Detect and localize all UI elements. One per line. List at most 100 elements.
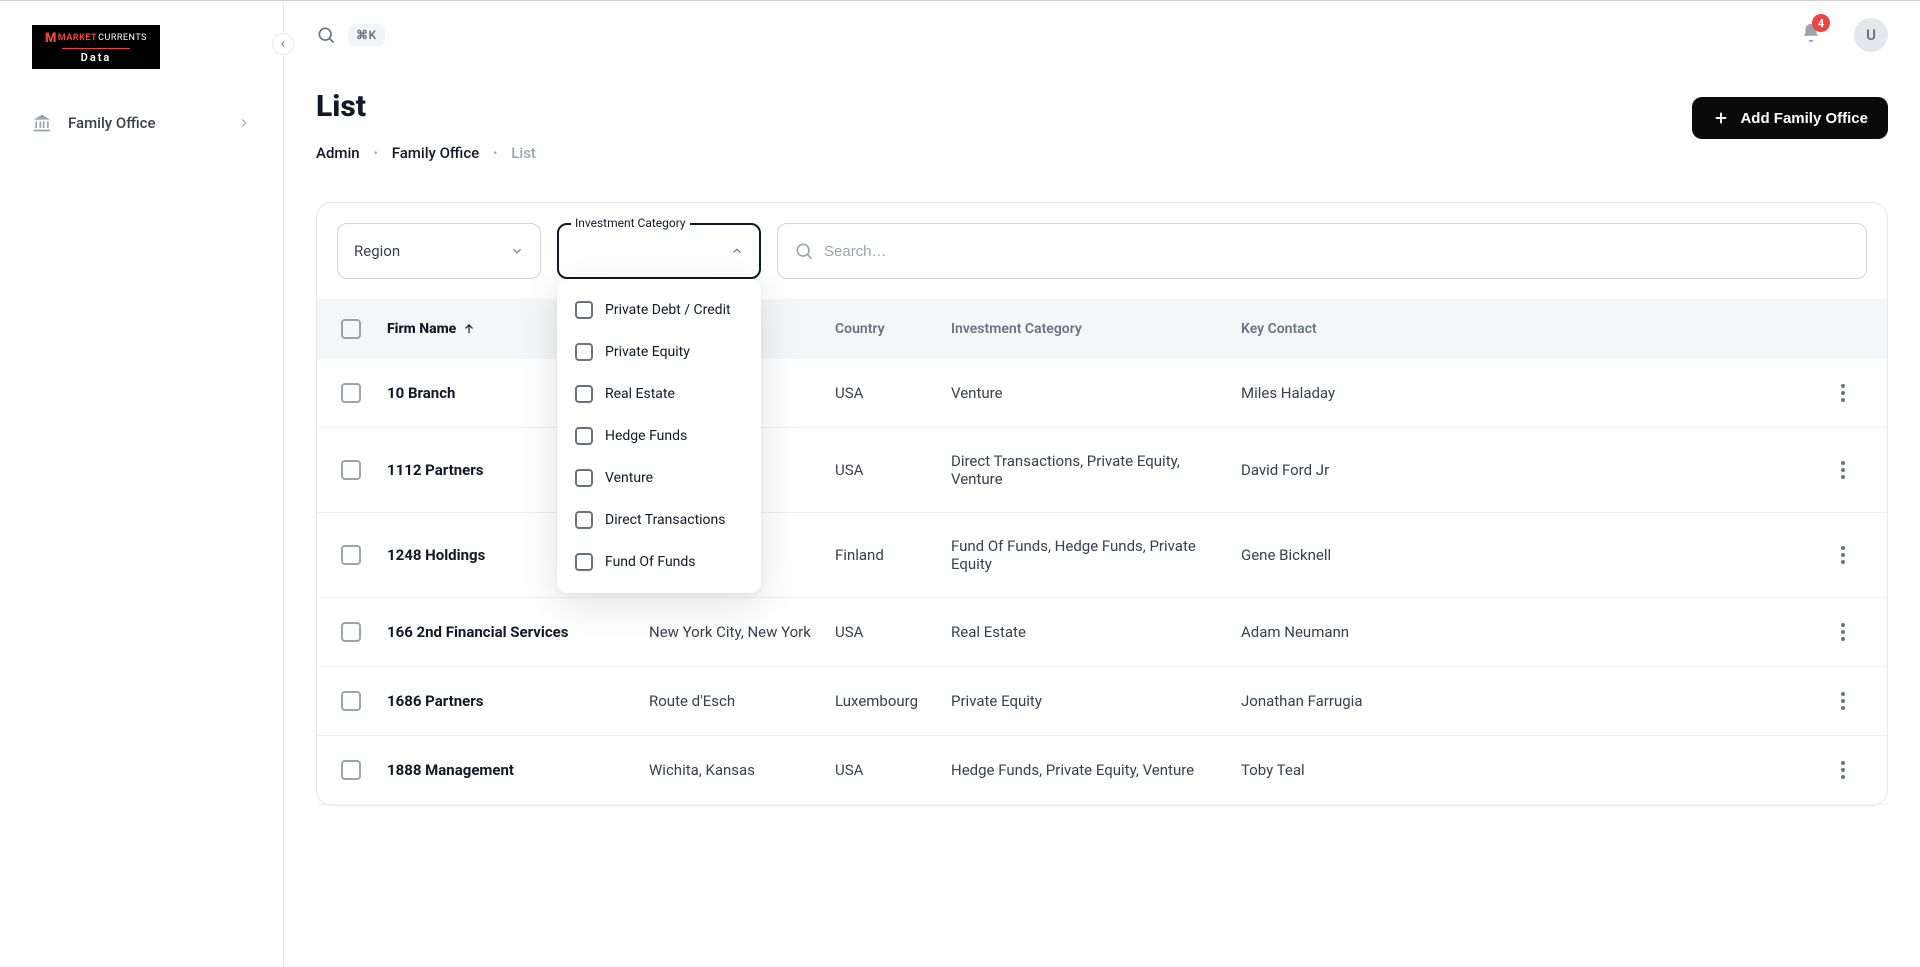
cell-country: Luxembourg bbox=[835, 692, 951, 710]
content-card: Region Investment Category Private Debt … bbox=[316, 202, 1888, 806]
investment-category-dropdown: Private Debt / Credit Private Equity Rea… bbox=[557, 279, 761, 593]
cell-location: Route d'Esch bbox=[649, 692, 835, 710]
avatar-initial: U bbox=[1866, 26, 1876, 44]
cell-firm[interactable]: 1686 Partners bbox=[387, 692, 649, 710]
cell-category: Fund Of Funds, Hedge Funds, Private Equi… bbox=[951, 537, 1241, 573]
breadcrumb-admin[interactable]: Admin bbox=[316, 144, 360, 162]
cell-category: Venture bbox=[951, 384, 1241, 402]
add-button-label: Add Family Office bbox=[1740, 110, 1868, 127]
cell-category: Hedge Funds, Private Equity, Venture bbox=[951, 761, 1241, 779]
select-all-checkbox[interactable] bbox=[341, 319, 361, 339]
breadcrumb-family-office[interactable]: Family Office bbox=[392, 144, 480, 162]
cell-category: Private Equity bbox=[951, 692, 1241, 710]
dropdown-option[interactable]: Venture bbox=[557, 457, 761, 499]
investment-category-select[interactable]: Investment Category bbox=[557, 223, 761, 279]
table-row: 1888 Management Wichita, Kansas USA Hedg… bbox=[317, 736, 1887, 805]
dropdown-option[interactable]: Real Estate bbox=[557, 373, 761, 415]
more-icon[interactable] bbox=[1841, 692, 1845, 710]
table-row: 166 2nd Financial Services New York City… bbox=[317, 598, 1887, 667]
notification-badge: 4 bbox=[1812, 14, 1830, 32]
row-checkbox[interactable] bbox=[341, 760, 361, 780]
cell-country: Finland bbox=[835, 546, 951, 564]
row-checkbox[interactable] bbox=[341, 383, 361, 403]
cell-contact: David Ford Jr bbox=[1241, 461, 1823, 479]
cell-firm[interactable]: 1888 Management bbox=[387, 761, 649, 779]
main: ⌘K 4 U List Admin • Family Office • List bbox=[284, 1, 1920, 967]
sidebar: M MARKET CURRENTS Data Family Office bbox=[0, 1, 284, 967]
dropdown-option[interactable]: Direct Transactions bbox=[557, 499, 761, 541]
row-checkbox[interactable] bbox=[341, 691, 361, 711]
add-family-office-button[interactable]: Add Family Office bbox=[1692, 97, 1888, 139]
row-checkbox[interactable] bbox=[341, 545, 361, 565]
cell-location: Wichita, Kansas bbox=[649, 761, 835, 779]
dropdown-option[interactable]: Hedge Funds bbox=[557, 415, 761, 457]
search-icon bbox=[794, 241, 814, 261]
page-header: List Admin • Family Office • List Add Fa… bbox=[284, 69, 1920, 202]
cell-contact: Miles Haladay bbox=[1241, 384, 1823, 402]
column-country[interactable]: Country bbox=[835, 321, 951, 337]
page-title: List bbox=[316, 89, 1692, 124]
dropdown-option[interactable]: Private Equity bbox=[557, 331, 761, 373]
breadcrumb: Admin • Family Office • List bbox=[316, 144, 1692, 162]
checkbox[interactable] bbox=[575, 385, 593, 403]
dropdown-option[interactable]: Private Debt / Credit bbox=[557, 289, 761, 331]
more-icon[interactable] bbox=[1841, 384, 1845, 402]
notifications-button[interactable]: 4 bbox=[1800, 22, 1822, 48]
dropdown-option[interactable]: Fund Of Funds bbox=[557, 541, 761, 583]
cell-category: Direct Transactions, Private Equity, Ven… bbox=[951, 452, 1241, 488]
checkbox[interactable] bbox=[575, 301, 593, 319]
bank-icon bbox=[32, 113, 52, 133]
table-header: Firm Name Location Country Investment Ca… bbox=[317, 299, 1887, 359]
search-icon[interactable] bbox=[316, 25, 336, 45]
more-icon[interactable] bbox=[1841, 546, 1845, 564]
keyboard-shortcut: ⌘K bbox=[348, 24, 385, 46]
table-row: 10 Branch USA Venture Miles Haladay bbox=[317, 359, 1887, 428]
table-row: 1112 Partners USA Direct Transactions, P… bbox=[317, 428, 1887, 513]
cell-contact: Jonathan Farrugia bbox=[1241, 692, 1823, 710]
more-icon[interactable] bbox=[1841, 461, 1845, 479]
region-select[interactable]: Region bbox=[337, 223, 541, 279]
cell-location: New York City, New York bbox=[649, 623, 835, 641]
cell-country: USA bbox=[835, 623, 951, 641]
cell-category: Real Estate bbox=[951, 623, 1241, 641]
cell-country: USA bbox=[835, 384, 951, 402]
cell-contact: Adam Neumann bbox=[1241, 623, 1823, 641]
avatar[interactable]: U bbox=[1854, 18, 1888, 52]
table: Firm Name Location Country Investment Ca… bbox=[317, 299, 1887, 805]
cell-country: USA bbox=[835, 761, 951, 779]
row-checkbox[interactable] bbox=[341, 460, 361, 480]
chevron-down-icon bbox=[510, 244, 524, 258]
column-category[interactable]: Investment Category bbox=[951, 321, 1241, 337]
checkbox[interactable] bbox=[575, 427, 593, 445]
search-input[interactable] bbox=[824, 243, 1850, 260]
column-contact[interactable]: Key Contact bbox=[1241, 321, 1823, 337]
topbar: ⌘K 4 U bbox=[284, 1, 1920, 69]
checkbox[interactable] bbox=[575, 553, 593, 571]
filters: Region Investment Category Private Debt … bbox=[317, 203, 1887, 299]
logo[interactable]: M MARKET CURRENTS Data bbox=[32, 25, 160, 69]
sidebar-item-family-office[interactable]: Family Office bbox=[16, 101, 267, 145]
table-row: 1686 Partners Route d'Esch Luxembourg Pr… bbox=[317, 667, 1887, 736]
sidebar-item-label: Family Office bbox=[68, 114, 221, 132]
plus-icon bbox=[1712, 109, 1730, 127]
checkbox[interactable] bbox=[575, 511, 593, 529]
chevron-up-icon bbox=[730, 244, 744, 258]
sort-asc-icon bbox=[462, 322, 476, 336]
chevron-right-icon bbox=[237, 116, 251, 130]
chevron-left-icon bbox=[278, 39, 288, 49]
checkbox[interactable] bbox=[575, 469, 593, 487]
investment-category-float-label: Investment Category bbox=[571, 216, 690, 230]
cell-country: USA bbox=[835, 461, 951, 479]
table-row: 1248 Holdings ouri Finland Fund Of Funds… bbox=[317, 513, 1887, 598]
more-icon[interactable] bbox=[1841, 623, 1845, 641]
checkbox[interactable] bbox=[575, 343, 593, 361]
row-checkbox[interactable] bbox=[341, 622, 361, 642]
search-field[interactable] bbox=[777, 223, 1867, 279]
cell-contact: Toby Teal bbox=[1241, 761, 1823, 779]
breadcrumb-list: List bbox=[511, 144, 536, 162]
cell-contact: Gene Bicknell bbox=[1241, 546, 1823, 564]
cell-firm[interactable]: 166 2nd Financial Services bbox=[387, 623, 649, 641]
more-icon[interactable] bbox=[1841, 761, 1845, 779]
region-label: Region bbox=[354, 242, 400, 260]
sidebar-collapse-button[interactable] bbox=[272, 33, 294, 55]
